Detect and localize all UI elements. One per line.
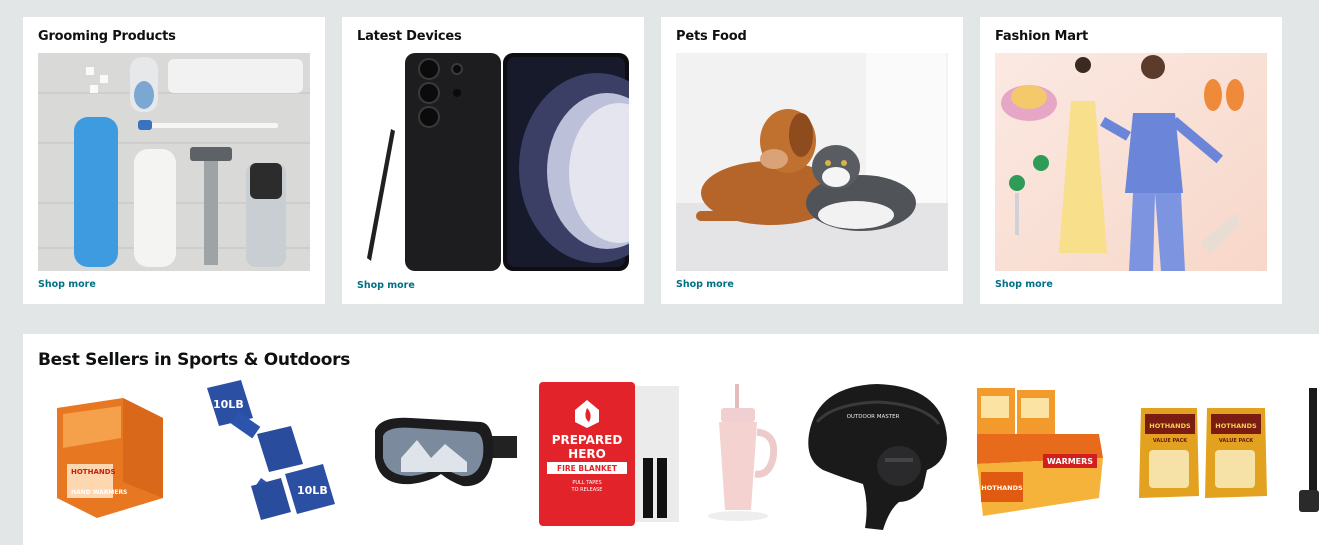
- value-pack-label: VALUE PACK: [1153, 438, 1188, 444]
- shop-more-link[interactable]: Shop more: [676, 279, 734, 290]
- brand-label: PREPARED: [552, 433, 623, 447]
- weight-label: 10LB: [297, 484, 328, 497]
- weight-label: 10LB: [213, 398, 244, 411]
- fashion-image[interactable]: [995, 53, 1267, 271]
- product-blue-dumbbells[interactable]: 10LB 10LB: [201, 378, 353, 533]
- hothands-logo-text: HOTHANDS: [1149, 422, 1191, 430]
- card-title: Pets Food: [676, 29, 747, 44]
- product-ski-goggles[interactable]: [371, 378, 521, 533]
- product-pink-tumbler[interactable]: [695, 378, 785, 533]
- brand-label: HERO: [568, 447, 606, 461]
- product-hand-warmers-display[interactable]: HOTHANDS HAND WARMERS: [53, 378, 177, 533]
- shop-more-link[interactable]: Shop more: [357, 280, 415, 291]
- shop-more-link[interactable]: Shop more: [995, 279, 1053, 290]
- value-pack-label: VALUE PACK: [1219, 438, 1254, 444]
- category-card-fashion: Fashion Mart Shop more: [980, 17, 1282, 304]
- shop-more-link[interactable]: Shop more: [38, 279, 96, 290]
- grooming-products-image[interactable]: [38, 53, 310, 271]
- product-fire-blanket[interactable]: PREPARED HERO FIRE BLANKET PULL TAPES TO…: [533, 378, 683, 533]
- category-card-pets: Pets Food Shop more: [661, 17, 963, 304]
- product-type-label: FIRE BLANKET: [557, 464, 618, 473]
- card-title: Fashion Mart: [995, 29, 1088, 44]
- smartphone-image[interactable]: [357, 53, 629, 271]
- product-partial[interactable]: [1295, 378, 1319, 533]
- dog-and-cat-image[interactable]: [676, 53, 948, 271]
- category-card-devices: Latest Devices Shop more: [342, 17, 644, 304]
- card-title: Grooming Products: [38, 29, 176, 44]
- best-sellers-strip: Best Sellers in Sports & Outdoors HOTHAN…: [23, 334, 1319, 545]
- best-sellers-title: Best Sellers in Sports & Outdoors: [38, 350, 351, 370]
- instruction-label: TO RELEASE: [571, 487, 603, 493]
- helmet-brand-label: OUTDOOR MASTER: [847, 414, 900, 420]
- hothands-logo-text: HOTHANDS: [981, 484, 1023, 492]
- category-card-grooming: Grooming Products Shop more: [23, 17, 325, 304]
- hothands-logo-text: HOTHANDS: [71, 468, 116, 476]
- card-title: Latest Devices: [357, 29, 462, 44]
- warmers-label: WARMERS: [1047, 457, 1093, 466]
- product-hand-warmer-box[interactable]: WARMERS HOTHANDS: [973, 378, 1107, 533]
- product-hand-warmer-value-packs[interactable]: HOTHANDS HOTHANDS VALUE PACK VALUE PACK: [1131, 378, 1281, 533]
- product-ski-helmet[interactable]: OUTDOOR MASTER: [803, 378, 953, 533]
- instruction-label: PULL TAPES: [572, 480, 601, 486]
- hand-warmers-label: HAND WARMERS: [71, 489, 127, 496]
- hothands-logo-text: HOTHANDS: [1215, 422, 1257, 430]
